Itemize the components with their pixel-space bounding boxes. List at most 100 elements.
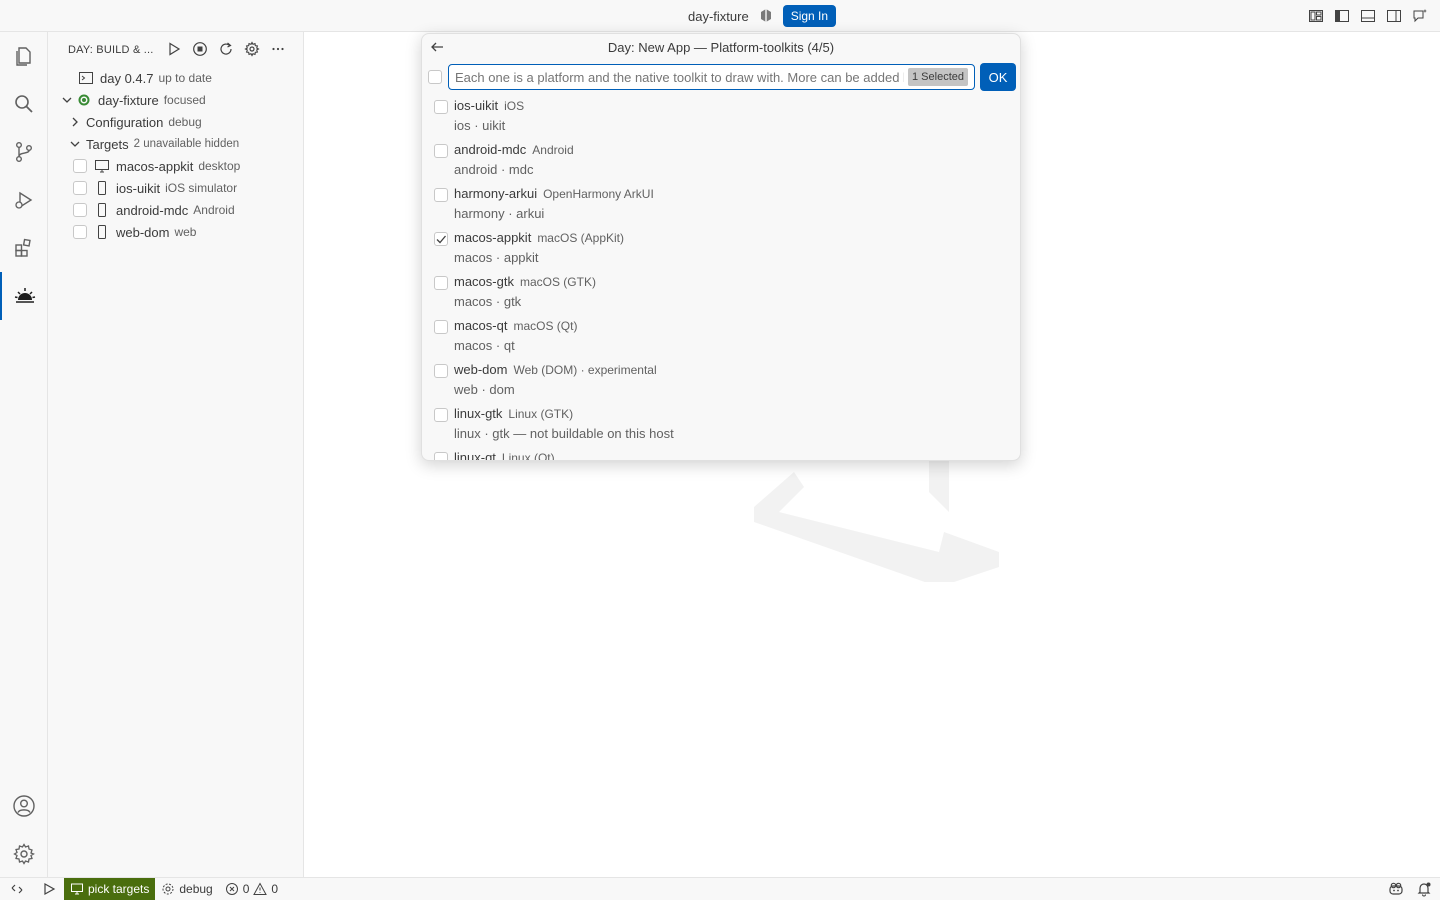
day-extension-icon[interactable] [0,272,48,320]
target-kind: iOS simulator [165,181,238,195]
item-label: linux-gtk [454,406,503,421]
item-description: macOS (Qt) [513,319,578,333]
extensions-icon[interactable] [0,224,48,272]
play-icon [44,882,56,896]
search-icon[interactable] [0,80,48,128]
item-detail: ios · uikit [454,118,506,133]
item-label: harmony-arkui [454,186,538,201]
item-detail: android · mdc [454,162,534,177]
target-label: macos-appkit [116,158,194,174]
stop-icon[interactable] [192,41,208,57]
target-kind: web [174,225,197,239]
tree-item-project[interactable]: day-fixture focused [48,89,303,111]
pick-targets-button[interactable]: pick targets [64,878,156,900]
command-center[interactable]: day-fixture Sign In [688,4,837,28]
target-checkbox[interactable] [73,203,87,217]
run-icon[interactable] [166,41,182,57]
item-description: OpenHarmony ArkUI [543,187,654,201]
item-description: Android [532,143,574,157]
item-detail: harmony · arkui [454,206,545,221]
desktop-icon [94,158,110,174]
refresh-icon[interactable] [218,41,234,57]
list-item[interactable]: macos-gtk macOS (GTK) macos · gtk [422,270,1020,314]
list-item[interactable]: ios-uikit iOS ios · uikit [422,94,1020,138]
project-label: day-fixture [98,92,159,108]
source-control-icon[interactable] [0,128,48,176]
quick-pick-title-bar: Day: New App — Platform-toolkits (4/5) [422,34,1020,60]
layout-customize-icon[interactable] [1306,6,1326,26]
chat-feedback-icon[interactable] [1410,6,1430,26]
chevron-down-icon[interactable] [68,137,82,151]
target-checkbox[interactable] [73,159,87,173]
item-checkbox[interactable] [434,452,448,460]
copilot-icon[interactable] [757,7,775,25]
remote-indicator[interactable] [0,878,34,900]
chevron-right-icon[interactable] [68,115,82,129]
item-description: macOS (GTK) [519,275,596,289]
list-item[interactable]: macos-qt macOS (Qt) macos · qt [422,314,1020,358]
notifications-bell-icon[interactable] [1416,881,1432,897]
target-kind: Android [193,203,235,217]
list-item[interactable]: linux-qt Linux (Qt) [422,446,1020,461]
configuration-status[interactable]: debug [155,878,218,900]
activity-bar [0,32,48,877]
item-checkbox[interactable] [434,144,448,158]
settings-icon[interactable] [244,41,260,57]
toggle-panel-icon[interactable] [1358,6,1378,26]
warning-count: 0 [271,882,279,896]
remote-icon [11,884,23,894]
list-item[interactable]: linux-gtk Linux (GTK) linux · gtk — not b… [422,402,1020,446]
configuration-label: Configuration [86,114,164,130]
item-checkbox[interactable] [434,188,448,202]
run-button[interactable] [34,878,64,900]
item-checkbox[interactable] [434,276,448,290]
back-arrow-icon[interactable] [428,38,446,56]
problems-status[interactable]: 0 0 [219,878,284,900]
targets-label: Targets [86,136,129,152]
quick-pick-input[interactable] [448,64,975,90]
item-detail: macos · qt [454,338,515,353]
window-title: day-fixture [688,8,749,24]
item-checkbox[interactable] [434,100,448,114]
target-item[interactable]: web-dom web [48,221,303,243]
accounts-icon[interactable] [0,782,48,830]
toggle-primary-sidebar-icon[interactable] [1332,6,1352,26]
explorer-icon[interactable] [0,32,48,80]
target-kind: desktop [198,159,241,173]
item-label: linux-qt [454,450,496,461]
target-checkbox[interactable] [73,181,87,195]
tree-item-configuration[interactable]: Configuration debug [48,111,303,133]
chevron-down-icon[interactable] [60,93,74,107]
target-item[interactable]: macos-appkit desktop [48,155,303,177]
sign-in-button[interactable]: Sign In [782,5,837,27]
item-checkbox[interactable] [434,408,448,422]
target-item[interactable]: ios-uikit iOS simulator [48,177,303,199]
item-checkbox[interactable] [434,364,448,378]
select-all-checkbox[interactable] [428,70,442,84]
item-label: macos-appkit [454,230,532,245]
run-debug-icon[interactable] [0,176,48,224]
phone-icon [94,180,110,196]
list-item[interactable]: macos-appkit macOS (AppKit) macos · appki… [422,226,1020,270]
tree-item-version[interactable]: day 0.4.7 up to date [48,67,303,89]
error-icon [225,883,238,895]
ok-button[interactable]: OK [980,63,1016,91]
tree-item-targets[interactable]: Targets 2 unavailable hidden [48,133,303,155]
quick-pick-title: Day: New App — Platform-toolkits (4/5) [607,39,835,55]
item-checkbox[interactable] [434,320,448,334]
target-label: android-mdc [116,202,189,218]
vscode-watermark-logo [744,452,1004,582]
manage-gear-icon[interactable] [0,830,48,878]
item-detail: linux · gtk — not buildable on this host [454,426,674,441]
target-item[interactable]: android-mdc Android [48,199,303,221]
pick-targets-label: pick targets [88,882,150,896]
copilot-status-icon[interactable] [1388,881,1404,897]
toggle-secondary-sidebar-icon[interactable] [1384,6,1404,26]
list-item[interactable]: web-dom Web (DOM) · experimental web · do… [422,358,1020,402]
target-checkbox[interactable] [73,225,87,239]
list-item[interactable]: harmony-arkui OpenHarmony ArkUI harmony ·… [422,182,1020,226]
list-item[interactable]: android-mdc Android android · mdc [422,138,1020,182]
item-checkbox-checked[interactable] [434,232,448,246]
gear-icon [162,883,174,895]
more-icon[interactable] [270,41,286,57]
